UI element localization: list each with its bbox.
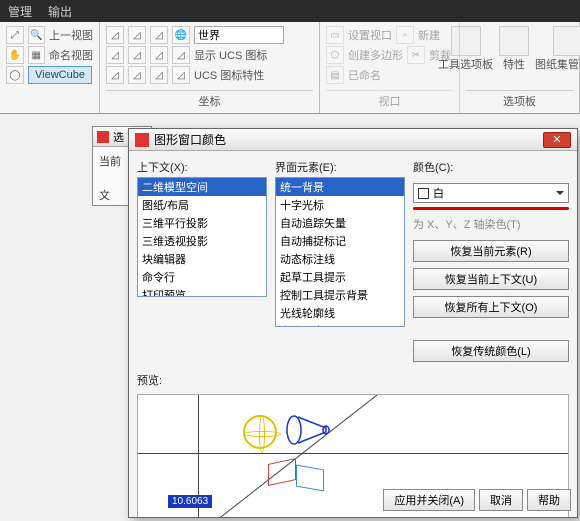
dialog-titlebar[interactable]: 图形窗口颜色 ✕ xyxy=(129,129,577,151)
element-item[interactable]: 统一背景 xyxy=(276,178,404,196)
zoom-extents-icon[interactable]: ⤢ xyxy=(6,26,24,44)
dialog-title: 图形窗口颜色 xyxy=(154,131,226,148)
apply-close-button[interactable]: 应用并关闭(A) xyxy=(383,489,475,511)
element-item[interactable]: 自动捕捉标记 xyxy=(276,232,404,250)
element-item[interactable]: 动态标注线 xyxy=(276,250,404,268)
context-item[interactable]: 打印预览 xyxy=(138,286,266,297)
ucs-world-combo[interactable] xyxy=(194,26,284,44)
preview-label: 预览: xyxy=(137,372,267,388)
color-combo[interactable]: 白 xyxy=(413,183,569,203)
context-item[interactable]: 块编辑器 xyxy=(138,250,266,268)
ucs-icon-props-button[interactable]: UCS 图标特性 xyxy=(194,67,264,83)
element-item[interactable]: 自动追踪矢量 xyxy=(276,214,404,232)
vp-new-icon: ▫ xyxy=(396,26,414,44)
ribbon: ⤢ 🔍 上一视图 ✋ ▦ 命名视图 ◯ ViewCube ◿ ◿ ◿ 🌐 xyxy=(0,22,580,114)
tint-xyz-label: 为 X、Y、Z 轴染色(T) xyxy=(413,216,569,232)
ribbon-group-palettes: 工具选项板 特性 图纸集管理器 选项板 xyxy=(460,22,580,113)
element-item[interactable]: 光线起点 xyxy=(276,322,404,327)
blue-wire-icon xyxy=(296,465,324,492)
ucs11-icon[interactable]: ◿ xyxy=(172,66,190,84)
vp-clip-icon: ✂ xyxy=(407,46,425,64)
prev-view-button[interactable]: 上一视图 xyxy=(49,27,93,43)
camera-cone-icon xyxy=(286,413,330,452)
back-dialog-title: 选 xyxy=(113,129,124,145)
color-swatch-icon xyxy=(418,188,429,199)
properties-label: 特性 xyxy=(499,56,529,72)
element-item[interactable]: 起草工具提示 xyxy=(276,268,404,286)
globe-icon xyxy=(243,415,277,449)
orbit-icon[interactable]: ◯ xyxy=(6,66,24,84)
named-vp-button: 已命名 xyxy=(348,67,381,83)
red-wire-icon xyxy=(268,458,296,486)
drawing-window-colors-dialog: 图形窗口颜色 ✕ 上下文(X): 二维模型空间图纸/布局三维平行投影三维透视投影… xyxy=(128,128,578,518)
menubar: 管理 输出 xyxy=(0,0,580,22)
ribbon-footer-viewport: 视口 xyxy=(326,90,453,109)
clip-button: 剪裁 xyxy=(429,47,451,63)
ribbon-footer-coord: 坐标 xyxy=(106,90,313,109)
app-icon xyxy=(135,133,149,147)
menu-manage[interactable]: 管理 xyxy=(8,3,32,20)
ribbon-footer-palettes: 选项板 xyxy=(466,90,573,109)
sheetset-icon[interactable] xyxy=(553,26,580,56)
properties-icon[interactable] xyxy=(499,26,529,56)
color-value: 白 xyxy=(433,185,444,201)
element-item[interactable]: 光线轮廓线 xyxy=(276,304,404,322)
context-listbox[interactable]: 二维模型空间图纸/布局三维平行投影三维透视投影块编辑器命令行打印预览 xyxy=(137,177,267,297)
context-item[interactable]: 三维平行投影 xyxy=(138,214,266,232)
context-item[interactable]: 三维透视投影 xyxy=(138,232,266,250)
cancel-button[interactable]: 取消 xyxy=(479,489,523,511)
ucs-icon[interactable]: ◿ xyxy=(106,26,124,44)
context-item[interactable]: 二维模型空间 xyxy=(138,178,266,196)
ucs5-icon[interactable]: ◿ xyxy=(128,46,146,64)
context-item[interactable]: 图纸/布局 xyxy=(138,196,266,214)
world-icon[interactable]: 🌐 xyxy=(172,26,190,44)
vp-named-icon: ▤ xyxy=(326,66,344,84)
pan-icon[interactable]: ✋ xyxy=(6,46,24,64)
ucs7-icon[interactable]: ◿ xyxy=(172,46,190,64)
ucs2-icon[interactable]: ◿ xyxy=(128,26,146,44)
ucs10-icon[interactable]: ◿ xyxy=(150,66,168,84)
ribbon-group-viewport: ▭ 设置视口 ▫ 新建 ⬠ 创建多边形 ✂ 剪裁 ▤ 已命名 视口 xyxy=(320,22,460,113)
new-viewport-button: 新建 xyxy=(418,27,440,43)
sheetset-label: 图纸集管理器 xyxy=(535,56,580,72)
restore-all-contexts-button[interactable]: 恢复所有上下文(O) xyxy=(413,296,569,318)
red-annotation xyxy=(413,207,569,210)
ucs9-icon[interactable]: ◿ xyxy=(128,66,146,84)
context-label: 上下文(X): xyxy=(137,159,267,175)
ucs4-icon[interactable]: ◿ xyxy=(106,46,124,64)
color-label: 颜色(C): xyxy=(413,159,569,175)
preview-value-a: 10.6063 xyxy=(168,495,212,508)
restore-current-element-button[interactable]: 恢复当前元素(R) xyxy=(413,240,569,262)
show-ucs-icon-button[interactable]: 显示 UCS 图标 xyxy=(194,47,267,63)
elements-listbox[interactable]: 统一背景十字光标自动追踪矢量自动捕捉标记动态标注线起草工具提示控制工具提示背景光… xyxy=(275,177,405,327)
menu-output[interactable]: 输出 xyxy=(48,3,72,20)
named-view-button[interactable]: 命名视图 xyxy=(49,47,93,63)
zoom-icon[interactable]: 🔍 xyxy=(28,26,46,44)
vp-poly-icon: ⬠ xyxy=(326,46,344,64)
element-item[interactable]: 十字光标 xyxy=(276,196,404,214)
create-poly-button: 创建多边形 xyxy=(348,47,403,63)
ribbon-group-navigate: ⤢ 🔍 上一视图 ✋ ▦ 命名视图 ◯ ViewCube xyxy=(0,22,100,113)
restore-current-context-button[interactable]: 恢复当前上下文(U) xyxy=(413,268,569,290)
close-icon[interactable]: ✕ xyxy=(543,132,571,148)
help-button[interactable]: 帮助 xyxy=(527,489,571,511)
restore-legacy-colors-button[interactable]: 恢复传统颜色(L) xyxy=(413,340,569,362)
elements-label: 界面元素(E): xyxy=(275,159,405,175)
ucs3-icon[interactable]: ◿ xyxy=(150,26,168,44)
element-item[interactable]: 控制工具提示背景 xyxy=(276,286,404,304)
ucs8-icon[interactable]: ◿ xyxy=(106,66,124,84)
ribbon-group-coord: ◿ ◿ ◿ 🌐 ◿ ◿ ◿ ◿ 显示 UCS 图标 ◿ ◿ ◿ ◿ UCS 图标… xyxy=(100,22,320,113)
viewcube-button[interactable]: ViewCube xyxy=(28,66,92,84)
vp-set-icon: ▭ xyxy=(326,26,344,44)
crosshair-h xyxy=(138,453,568,454)
context-item[interactable]: 命令行 xyxy=(138,268,266,286)
ucs6-icon[interactable]: ◿ xyxy=(150,46,168,64)
views-icon[interactable]: ▦ xyxy=(28,46,46,64)
set-viewport-button: 设置视口 xyxy=(348,27,392,43)
